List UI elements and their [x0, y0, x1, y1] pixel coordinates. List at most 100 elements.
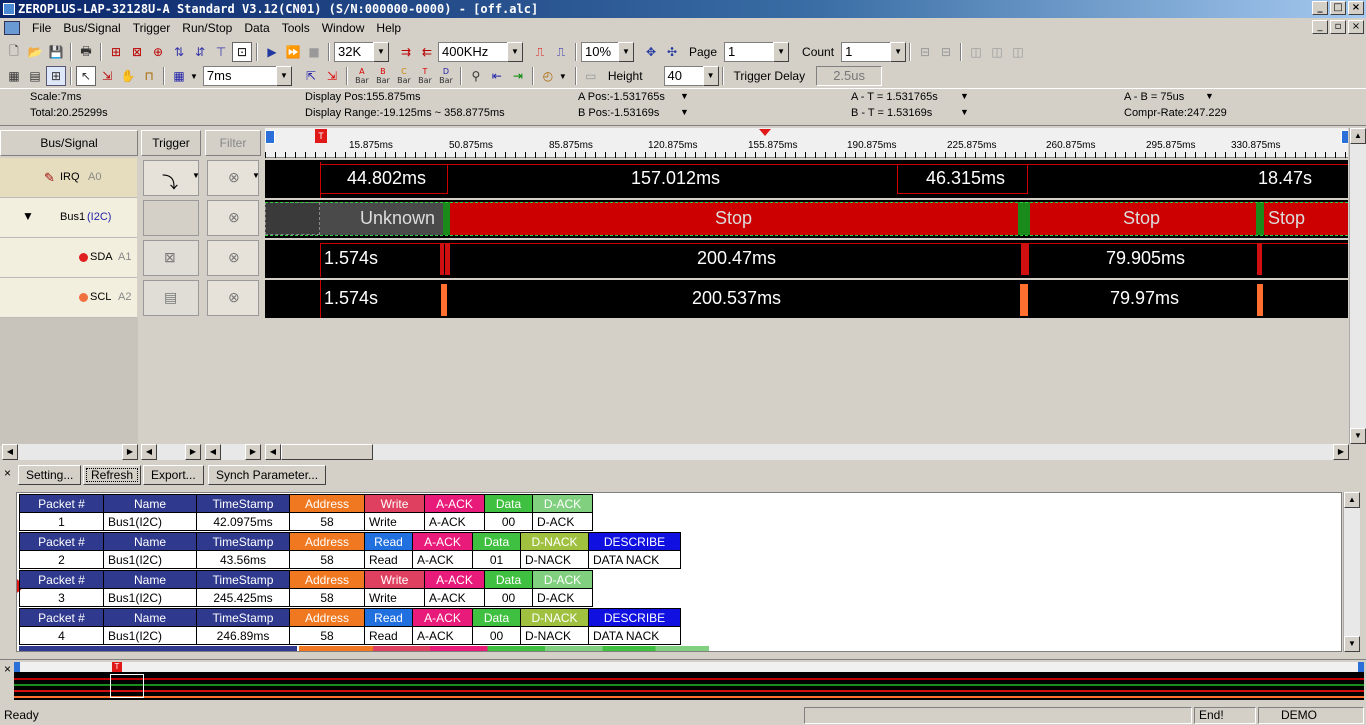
clock-icon[interactable]: ◴ — [538, 66, 558, 86]
zoom-out-memory-icon[interactable]: ⇇ — [417, 42, 437, 62]
packet-3-info[interactable]: Packet # Name TimeStamp 3 Bus1(I2C) 245.425m… — [19, 570, 290, 607]
menu-run-stop[interactable]: Run/Stop — [176, 18, 238, 38]
synch-parameter-button[interactable]: Synch Parameter... — [208, 465, 327, 485]
bar-d-icon[interactable]: D Bar — [436, 66, 456, 86]
count-select[interactable]: 1 ▼ — [841, 42, 907, 62]
overview-viewport-box[interactable] — [110, 674, 144, 698]
ruler-icon[interactable]: ⊓ — [139, 66, 159, 86]
filter-bus-cell[interactable]: ⊗ — [207, 200, 259, 236]
sda-track[interactable]: 1.574s 200.47ms 79.905ms — [265, 240, 1348, 278]
time-unit-select[interactable]: 7ms ▼ — [202, 66, 292, 86]
pointer-icon[interactable]: ↖ — [76, 66, 96, 86]
mdi-restore-button[interactable]: ▫ — [1330, 20, 1346, 34]
chevron-down-icon[interactable]: ▼ — [890, 42, 907, 62]
overview-ruler[interactable]: T — [14, 662, 1364, 672]
signal-row-sda[interactable]: SDA A1 — [0, 238, 137, 278]
chevron-down-icon[interactable]: ▼ — [618, 42, 634, 62]
scl-track[interactable]: 1.574s 200.537ms 79.97ms — [265, 280, 1348, 318]
chevron-down-icon[interactable]: ▼ — [275, 66, 292, 86]
zoom-in-memory-icon[interactable]: ⇉ — [396, 42, 416, 62]
frequency-select[interactable]: 400KHz ▼ — [438, 42, 523, 62]
height-select[interactable]: 40 ▼ — [663, 66, 719, 86]
hand-icon[interactable]: ✋ — [118, 66, 138, 86]
bar-t-icon[interactable]: T Bar — [415, 66, 435, 86]
overview-cursor-a[interactable] — [14, 662, 20, 672]
search-pattern-icon[interactable]: ⇲ — [322, 66, 342, 86]
trigger-sda-cell[interactable]: ⊠ — [143, 240, 199, 276]
binoculars-icon[interactable]: ⚲ — [466, 66, 486, 86]
bus-panel-hscroll[interactable]: ◀ ▶ — [2, 444, 138, 460]
irq-track[interactable]: 44.802ms 157.012ms 46.315ms 18.47s — [265, 160, 1348, 198]
chevron-down-icon[interactable]: ▼ — [1205, 91, 1214, 101]
trigger-edge-icon[interactable]: ⇅ — [169, 42, 189, 62]
trigger-panel-hscroll[interactable]: ◀ ▶ — [141, 444, 201, 460]
menu-window[interactable]: Window — [316, 18, 371, 38]
menu-trigger[interactable]: Trigger — [127, 18, 177, 38]
trigger-irq-cell[interactable]: ⤵ ▼ — [143, 160, 200, 196]
trigger-level-icon[interactable]: ⇵ — [190, 42, 210, 62]
packet-list[interactable]: Packet # Name TimeStamp 1 Bus1(I2C) 42.0975m… — [16, 492, 1342, 652]
maximize-button[interactable]: □ — [1330, 1, 1346, 15]
chevron-down-icon[interactable]: ▼ — [702, 66, 719, 86]
chevron-down-icon[interactable]: ▼ — [960, 91, 969, 101]
grid-view-icon[interactable]: ▦ — [4, 66, 24, 86]
packet-4-fields[interactable]: Address Read A-ACK Data D-NACK DESCRIBE 58 Rea… — [289, 608, 681, 645]
zoom-fit-icon[interactable]: ✥ — [641, 42, 661, 62]
display-mode-icon[interactable]: ▦ — [169, 66, 189, 86]
overview-trigger-marker[interactable]: T — [112, 662, 122, 672]
waveform-vscroll[interactable]: ▲ ▼ — [1349, 128, 1366, 444]
waveform-view-icon[interactable]: ⊞ — [46, 66, 66, 86]
chevron-down-icon[interactable]: ▼ — [192, 171, 200, 180]
document-icon[interactable] — [4, 21, 20, 35]
overview-waveform[interactable] — [14, 672, 1364, 700]
bus-property-icon[interactable]: ⊠ — [127, 42, 147, 62]
menu-file[interactable]: File — [26, 18, 57, 38]
trigger-marker[interactable]: T — [315, 129, 327, 143]
waveform-area[interactable]: T 15.875ms 50.875ms 85.875ms 120.875ms 1… — [265, 128, 1348, 445]
setting-button[interactable]: Setting... — [18, 465, 82, 485]
waveform-hscroll[interactable]: ◀ ▶ — [265, 444, 1349, 460]
trigger-delay-field[interactable]: 2.5us — [816, 66, 883, 86]
display-pos-marker[interactable] — [759, 129, 771, 136]
print-icon[interactable]: 🖶 — [76, 42, 96, 62]
table-view-icon[interactable]: ▤ — [25, 66, 45, 86]
close-packet-pane-icon[interactable]: × — [4, 466, 11, 480]
signal-row-bus1[interactable]: ▼ Bus1 (I2C) — [0, 198, 137, 238]
zoom-full-icon[interactable]: ✣ — [662, 42, 682, 62]
filter-irq-cell[interactable]: ⊗ ▼ — [207, 160, 260, 196]
trigger-setting-icon[interactable]: ⊤ — [211, 42, 231, 62]
chevron-down-icon[interactable]: ▼ — [773, 42, 790, 62]
packet-2-fields[interactable]: Address Read A-ACK Data D-NACK DESCRIBE 58 Rea… — [289, 532, 681, 569]
signal-add-icon[interactable]: ⊕ — [148, 42, 168, 62]
bar-c-icon[interactable]: C Bar — [394, 66, 414, 86]
packet-list-vscroll[interactable]: ▲ ▼ — [1343, 492, 1360, 652]
save-icon[interactable]: 💾 — [46, 42, 66, 62]
chevron-down-icon[interactable]: ▼ — [373, 42, 389, 62]
trigger-bus-cell[interactable] — [143, 200, 199, 236]
packet-3-fields[interactable]: Address Write A-ACK Data D-ACK 58 Write A-ACK 0… — [289, 570, 593, 607]
export-button[interactable]: Export... — [143, 465, 204, 485]
packet-4-info[interactable]: Packet # Name TimeStamp 4 Bus1(I2C) 246.89ms — [19, 608, 290, 645]
chevron-down-icon[interactable]: ▼ — [680, 91, 689, 101]
menu-bus-signal[interactable]: Bus/Signal — [57, 18, 126, 38]
minimize-button[interactable]: _ — [1312, 1, 1328, 15]
time-ruler[interactable]: T 15.875ms 50.875ms 85.875ms 120.875ms 1… — [265, 128, 1348, 158]
chevron-down-icon[interactable]: ▼ — [252, 171, 260, 180]
packet-1-fields[interactable]: Address Write A-ACK Data D-ACK 58 Write A-ACK 0… — [289, 494, 593, 531]
select-icon[interactable]: ⇲ — [97, 66, 117, 86]
packet-2-info[interactable]: Packet # Name TimeStamp 2 Bus1(I2C) 43.56ms — [19, 532, 290, 569]
page-select[interactable]: 1 ▼ — [724, 42, 790, 62]
chevron-down-icon[interactable]: ▼ — [680, 107, 689, 117]
hscroll-thumb[interactable] — [281, 444, 373, 460]
packet-1-info[interactable]: Packet # Name TimeStamp 1 Bus1(I2C) 42.0975m… — [19, 494, 290, 531]
menu-help[interactable]: Help — [370, 18, 407, 38]
chevron-down-icon[interactable]: ▼ — [960, 107, 969, 117]
open-folder-icon[interactable]: 📂 — [25, 42, 45, 62]
cursor-a-marker[interactable] — [265, 130, 275, 144]
trigger-mode-icon[interactable]: ⊡ — [232, 42, 252, 62]
close-button[interactable]: × — [1348, 1, 1364, 15]
signal-row-irq[interactable]: ✎ IRQ A0 — [0, 158, 137, 198]
goto-next-icon[interactable]: ⇥ — [508, 66, 528, 86]
overview-cursor-b[interactable] — [1358, 662, 1364, 672]
zoom-select[interactable]: 10% ▼ — [581, 42, 634, 62]
